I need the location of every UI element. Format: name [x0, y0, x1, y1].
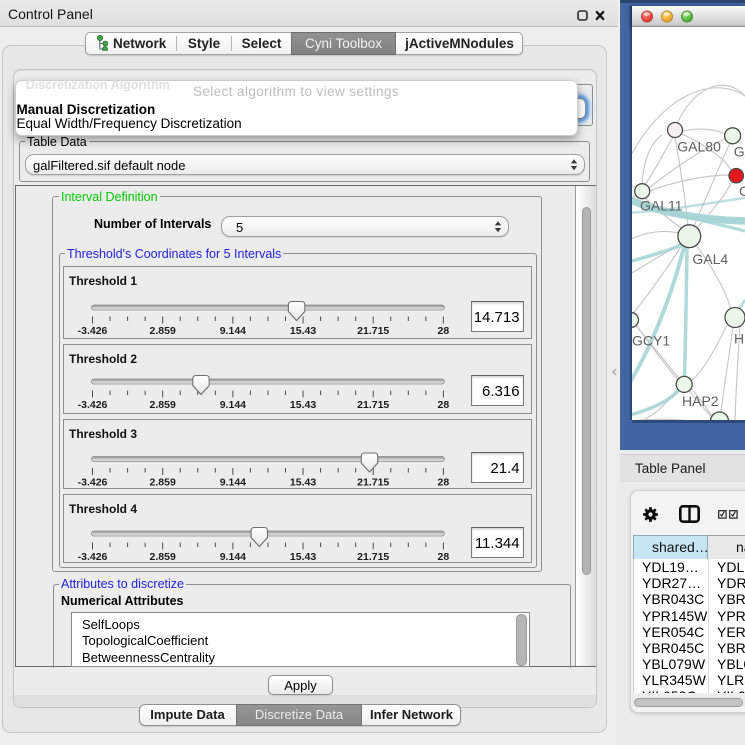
svg-text:H: H: [734, 331, 744, 347]
svg-text:28: 28: [438, 551, 450, 563]
svg-text:-3.426: -3.426: [78, 551, 108, 563]
svg-text:HAP2: HAP2: [682, 393, 719, 409]
svg-text:GCY1: GCY1: [632, 332, 670, 348]
svg-text:15.43: 15.43: [290, 325, 316, 337]
svg-text:-3.426: -3.426: [78, 325, 108, 337]
svg-text:21.715: 21.715: [357, 325, 389, 337]
svg-text:C: C: [739, 183, 745, 199]
svg-text:-3.426: -3.426: [78, 477, 108, 489]
svg-text:15.43: 15.43: [290, 551, 316, 563]
svg-text:21.715: 21.715: [357, 477, 389, 489]
svg-text:GAL4: GAL4: [692, 251, 728, 267]
svg-text:9.144: 9.144: [220, 399, 246, 411]
svg-text:GAL11: GAL11: [640, 198, 683, 214]
svg-text:28: 28: [438, 399, 450, 411]
svg-text:2.859: 2.859: [150, 399, 176, 411]
svg-text:28: 28: [438, 325, 450, 337]
svg-text:2.859: 2.859: [150, 551, 176, 563]
svg-text:2.859: 2.859: [150, 325, 176, 337]
svg-text:28: 28: [438, 477, 450, 489]
svg-text:21.715: 21.715: [357, 399, 389, 411]
svg-text:15.43: 15.43: [290, 399, 316, 411]
svg-text:9.144: 9.144: [220, 477, 246, 489]
svg-text:-3.426: -3.426: [78, 399, 108, 411]
svg-text:2.859: 2.859: [150, 477, 176, 489]
svg-text:9.144: 9.144: [220, 551, 246, 563]
svg-text:15.43: 15.43: [290, 477, 316, 489]
svg-text:GAL80: GAL80: [677, 138, 721, 154]
svg-text:21.715: 21.715: [357, 551, 389, 563]
svg-text:GA: GA: [734, 143, 745, 159]
svg-text:9.144: 9.144: [220, 325, 246, 337]
